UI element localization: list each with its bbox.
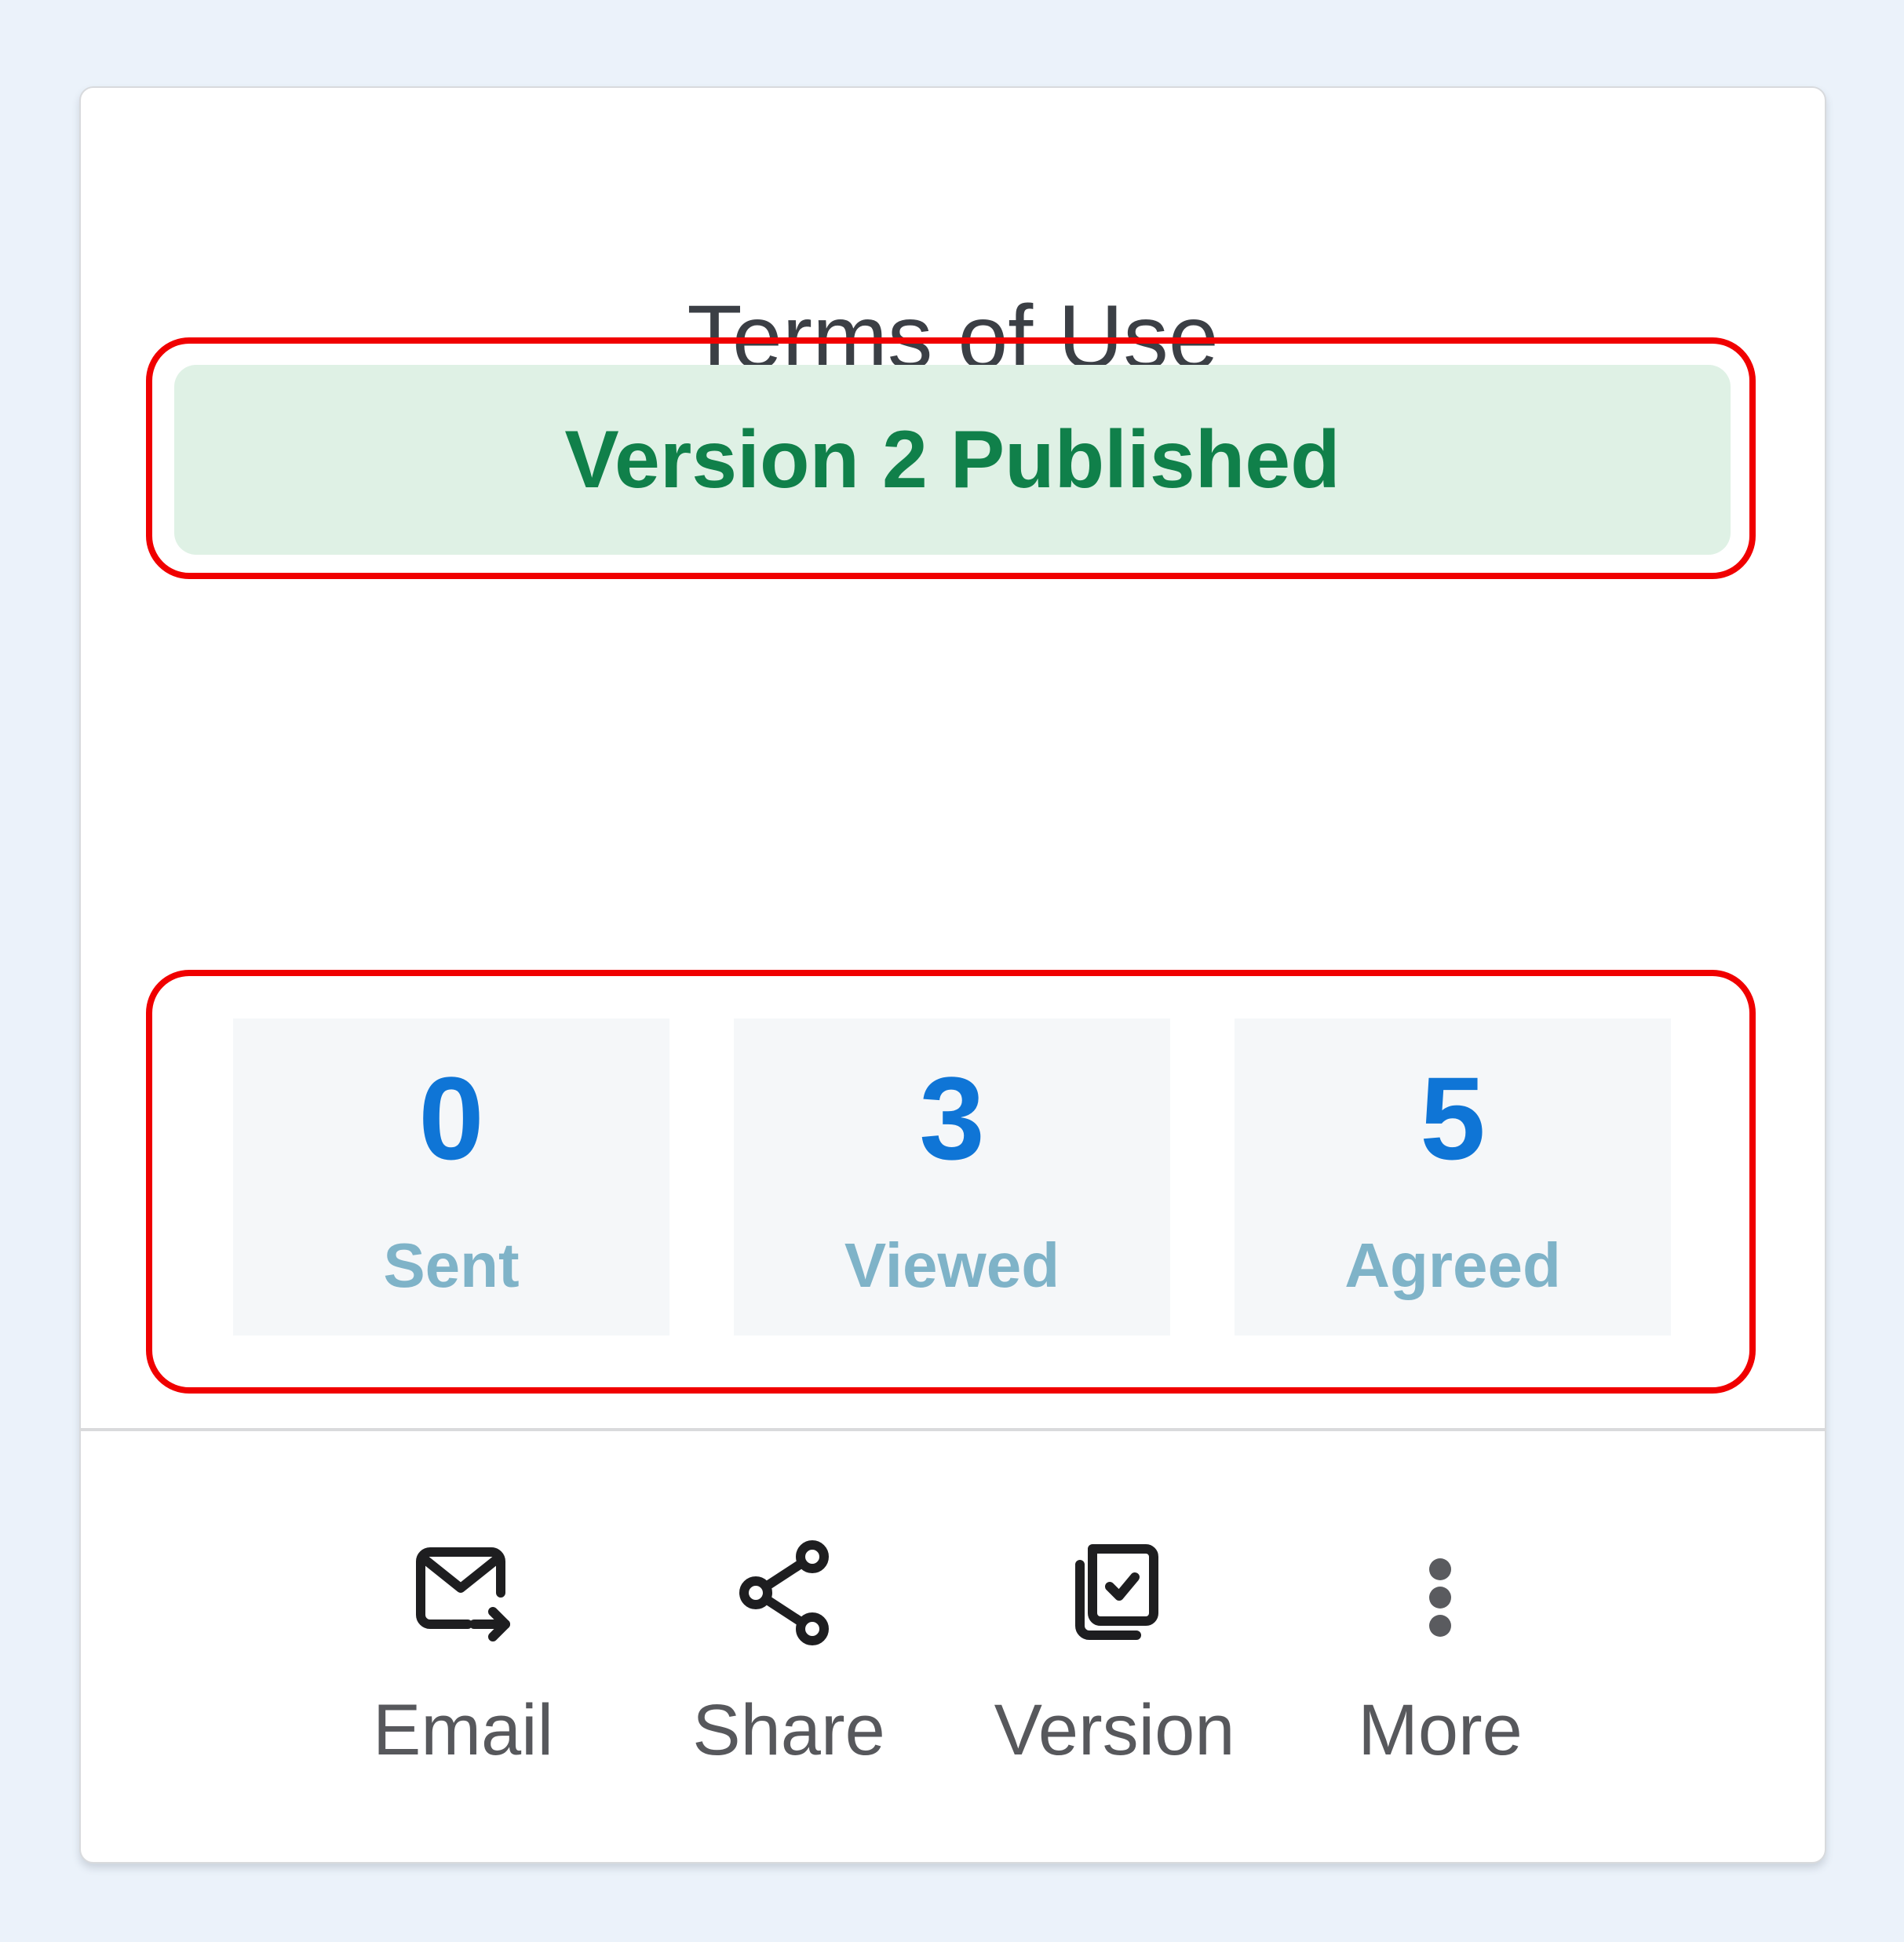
more-label: More [1358,1690,1523,1770]
email-button[interactable]: Email [330,1538,596,1773]
more-button[interactable]: More [1307,1538,1574,1773]
stat-sent-label: Sent [383,1230,520,1300]
stat-agreed: 5 Agreed [1235,1018,1671,1335]
share-label: Share [692,1690,885,1770]
email-label: Email [372,1690,554,1770]
more-vertical-icon [1385,1538,1495,1648]
share-icon [734,1538,844,1648]
stat-sent: 0 Sent [233,1018,669,1335]
stat-viewed: 3 Viewed [734,1018,1170,1335]
share-button[interactable]: Share [655,1538,922,1773]
version-label: Version [994,1690,1235,1770]
stat-viewed-label: Viewed [844,1230,1060,1300]
version-copy-icon [1060,1538,1169,1648]
version-status-badge: Version 2 Published [174,365,1731,555]
card-divider [79,1428,1826,1431]
stat-sent-value: 0 [418,1052,484,1184]
stat-agreed-label: Agreed [1344,1230,1561,1300]
stat-agreed-value: 5 [1420,1052,1486,1184]
version-button[interactable]: Version [981,1538,1248,1773]
email-send-icon [408,1538,518,1648]
stat-viewed-value: 3 [919,1052,985,1184]
